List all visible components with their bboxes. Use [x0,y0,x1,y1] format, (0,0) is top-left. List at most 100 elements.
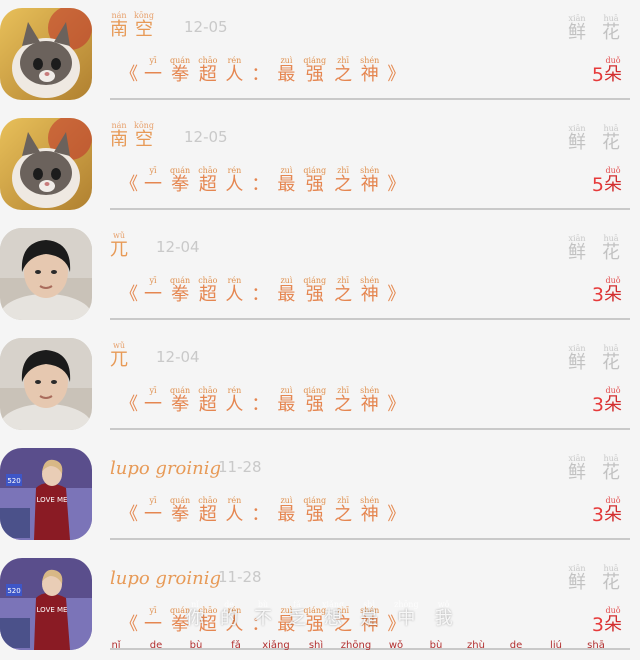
hanzi: 超 [198,504,217,525]
book-title[interactable]: 《 yī 一 quán 拳 chāo 超 rén 人 ： zuì 最 qiáng 强 zhī 之 shén 神》 [120,166,411,195]
hanzi: 兀 [110,349,128,370]
ruby-glyph: kōng 空 [134,11,154,40]
ruby-glyph: huā 花 [602,344,620,373]
gift-count: 5 duǒ 朵 [592,166,626,195]
hanzi: 一 [144,614,162,635]
badge-text: 520 [7,587,20,595]
user-name[interactable]: lupo groinig [110,564,221,590]
hanzi: 空 [134,129,153,150]
hanzi: 之 [334,394,353,415]
ruby-glyph: quán 拳 [170,386,190,415]
ruby-glyph: huā 花 [602,124,620,153]
hanzi: 拳 [171,64,190,85]
user-name[interactable]: nán 南 kōng 空 [110,11,158,40]
gift-count-unit: duǒ 朵 [604,386,622,415]
hanzi: ： [251,174,270,195]
ruby-glyph: shén 神 [360,276,379,305]
hanzi: ： [251,64,270,85]
book-bracket-open: 《 [120,174,138,195]
record-date: 11-28 [218,568,262,586]
hanzi: 神 [360,284,379,305]
ruby-glyph: xiān 鲜 [568,564,586,593]
loveme-avatar-image: 520 LOVE ME [0,448,92,540]
shirt-text: LOVE ME [37,496,68,504]
hanzi: 最 [277,614,296,635]
ruby-glyph: zuì 最 [277,386,295,415]
ruby-glyph: yī 一 [144,56,162,85]
book-title[interactable]: 《 yī 一 quán 拳 chāo 超 rén 人 ： zuì 最 qiáng 强 zhī 之 shén 神》 [120,606,411,635]
hanzi: 神 [360,64,379,85]
ruby-glyph: quán 拳 [170,56,190,85]
user-avatar[interactable]: 520 LOVE ME [0,448,92,540]
row-divider [110,318,630,320]
hanzi: 最 [277,174,296,195]
hanzi: ： [251,284,270,305]
ruby-glyph: zhī 之 [334,496,352,525]
cat-avatar-image [0,8,92,100]
book-title[interactable]: 《 yī 一 quán 拳 chāo 超 rén 人 ： zuì 最 qiáng 强 zhī 之 shén 神》 [120,276,411,305]
ruby-glyph: qiáng 强 [303,386,326,415]
user-avatar[interactable] [0,8,92,100]
ruby-glyph: quán 拳 [170,496,190,525]
row-divider [110,648,630,650]
ruby-glyph: rén 人 [225,56,243,85]
gift-record-row[interactable]: nán 南 kōng 空 12-05 xiān 鲜 huā 花《 yī 一 quán 拳 chāo 超 rén… [0,110,640,220]
hanzi: 人 [225,614,244,635]
user-name[interactable]: wǔ 兀 [110,341,132,370]
ruby-glyph: ： [251,615,269,635]
gift-record-row[interactable]: wǔ 兀 12-04 xiān 鲜 huā 花《 yī 一 quán 拳 chāo 超 rén 人 ： zuì 最… [0,220,640,330]
user-name-text: lupo groinig [110,458,222,479]
hanzi: 强 [305,394,324,415]
hanzi: 朵 [604,394,622,415]
gift-type-label: xiān 鲜 huā 花 [568,124,624,153]
ruby-glyph: qiáng 强 [303,166,326,195]
hanzi: 强 [305,614,324,635]
ruby-glyph: chāo 超 [198,606,217,635]
hanzi: ： [251,394,270,415]
ruby-glyph: zhī 之 [334,166,352,195]
ruby-glyph: yī 一 [144,386,162,415]
ruby-glyph: rén 人 [225,276,243,305]
gift-count-unit: duǒ 朵 [604,276,622,305]
hanzi: 之 [334,504,353,525]
hanzi: ： [251,614,270,635]
hanzi: 人 [225,504,244,525]
ruby-glyph: huā 花 [602,14,620,43]
gift-record-row[interactable]: wǔ 兀 12-04 xiān 鲜 huā 花《 yī 一 quán 拳 chāo 超 rén 人 ： zuì 最… [0,330,640,440]
user-avatar[interactable] [0,338,92,430]
user-avatar[interactable]: 520 LOVE ME [0,558,92,650]
user-name[interactable]: nán 南 kōng 空 [110,121,158,150]
ruby-glyph: chāo 超 [198,276,217,305]
book-title[interactable]: 《 yī 一 quán 拳 chāo 超 rén 人 ： zuì 最 qiáng 强 zhī 之 shén 神》 [120,56,411,85]
book-bracket-open: 《 [120,504,138,525]
gift-record-row[interactable]: 520 LOVE ME lupo groinig 11-28 xiān 鲜 huā 花《 y… [0,550,640,660]
gift-count: 3 duǒ 朵 [592,496,626,525]
gift-record-row[interactable]: 520 LOVE ME lupo groinig 11-28 xiān 鲜 huā 花《 y… [0,440,640,550]
hanzi: 人 [225,394,244,415]
hanzi: 神 [360,174,379,195]
gift-record-row[interactable]: nán 南 kōng 空 12-05 xiān 鲜 huā 花《 yī 一 quán 拳 chāo 超 rén… [0,0,640,110]
hanzi: 拳 [171,174,190,195]
hanzi: 拳 [171,504,190,525]
ruby-glyph: yī 一 [144,496,162,525]
book-title[interactable]: 《 yī 一 quán 拳 chāo 超 rén 人 ： zuì 最 qiáng 强 zhī 之 shén 神》 [120,386,411,415]
book-title[interactable]: 《 yī 一 quán 拳 chāo 超 rén 人 ： zuì 最 qiáng 强 zhī 之 shén 神》 [120,496,411,525]
book-bracket-close: 》 [387,284,406,305]
ruby-glyph: xiān 鲜 [568,454,586,483]
book-bracket-close: 》 [387,614,406,635]
ruby-glyph: shén 神 [360,56,379,85]
gift-count: 3 duǒ 朵 [592,606,626,635]
user-name[interactable]: wǔ 兀 [110,231,132,260]
hanzi: 鲜 [568,132,586,153]
record-date: 12-05 [184,18,228,36]
user-avatar[interactable] [0,228,92,320]
user-name[interactable]: lupo groinig [110,454,221,480]
ruby-glyph: chāo 超 [198,496,217,525]
record-date: 12-04 [156,348,200,366]
loveme-avatar-image: 520 LOVE ME [0,558,92,650]
user-avatar[interactable] [0,118,92,210]
hanzi: 朵 [604,284,622,305]
hanzi: 兀 [110,239,128,260]
hanzi: 强 [305,504,324,525]
hanzi: 之 [334,284,353,305]
